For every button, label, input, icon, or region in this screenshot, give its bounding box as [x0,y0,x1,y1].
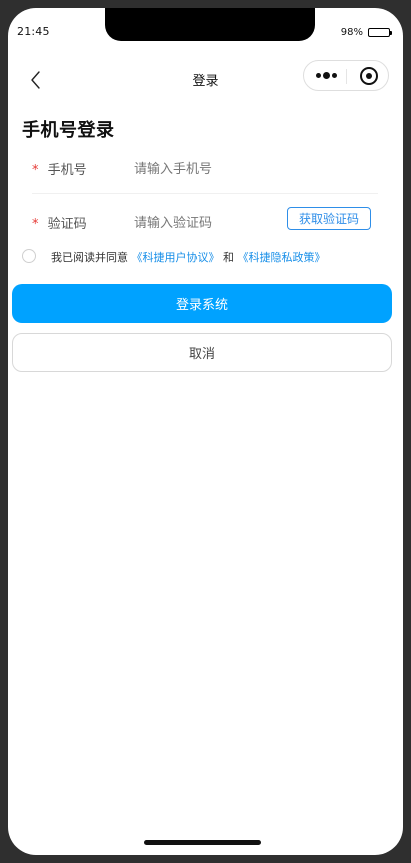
battery-percent: 98% [340,27,363,38]
device-notch [105,8,315,41]
agreement-text: 我已阅读并同意 《科捷用户协议》 和 《科捷隐私政策》 [51,249,326,265]
get-verification-code-button[interactable]: 获取验证码 [287,207,371,230]
verification-code-label-text: 验证码 [47,217,87,232]
phone-label-text: 手机号 [47,163,87,178]
agreement-prefix: 我已阅读并同意 [51,251,128,264]
phone-input[interactable] [134,157,280,181]
required-mark: * [32,163,39,178]
agreement-row: 我已阅读并同意 《科捷用户协议》 和 《科捷隐私政策》 [22,248,392,266]
privacy-policy-link[interactable]: 《科捷隐私政策》 [238,251,326,264]
target-icon[interactable] [360,67,378,85]
verification-code-label: * 验证码 [32,213,87,232]
capsule-divider [346,69,347,84]
navigation-bar: 登录 [8,60,403,100]
phone-row: * 手机号 [32,149,378,194]
login-system-button[interactable]: 登录系统 [12,284,392,323]
phone-frame: 21:45 98% 登录 手机号登录 * 手机号 请输入手机号 * 验证码 请输… [0,0,411,863]
battery-icon [368,28,392,37]
dot-icon [332,73,337,78]
dot-icon [316,73,321,78]
required-mark: * [32,217,39,232]
status-time: 21:45 [17,25,50,38]
agreement-radio[interactable] [22,249,36,263]
more-dots-icon[interactable] [314,68,338,84]
mini-program-capsule [303,60,389,91]
dot-icon [323,72,330,79]
cancel-button[interactable]: 取消 [12,333,392,372]
verification-code-input[interactable] [134,211,280,235]
home-indicator [144,840,261,845]
phone-label: * 手机号 [32,159,87,178]
verification-code-row: * 验证码 获取验证码 [32,203,378,243]
battery-status: 98% [340,27,392,38]
app-screen: 21:45 98% 登录 手机号登录 * 手机号 请输入手机号 * 验证码 请输… [8,8,403,855]
page-title: 手机号登录 [22,120,115,141]
agreement-connector: 和 [223,251,234,264]
user-agreement-link[interactable]: 《科捷用户协议》 [132,251,220,264]
